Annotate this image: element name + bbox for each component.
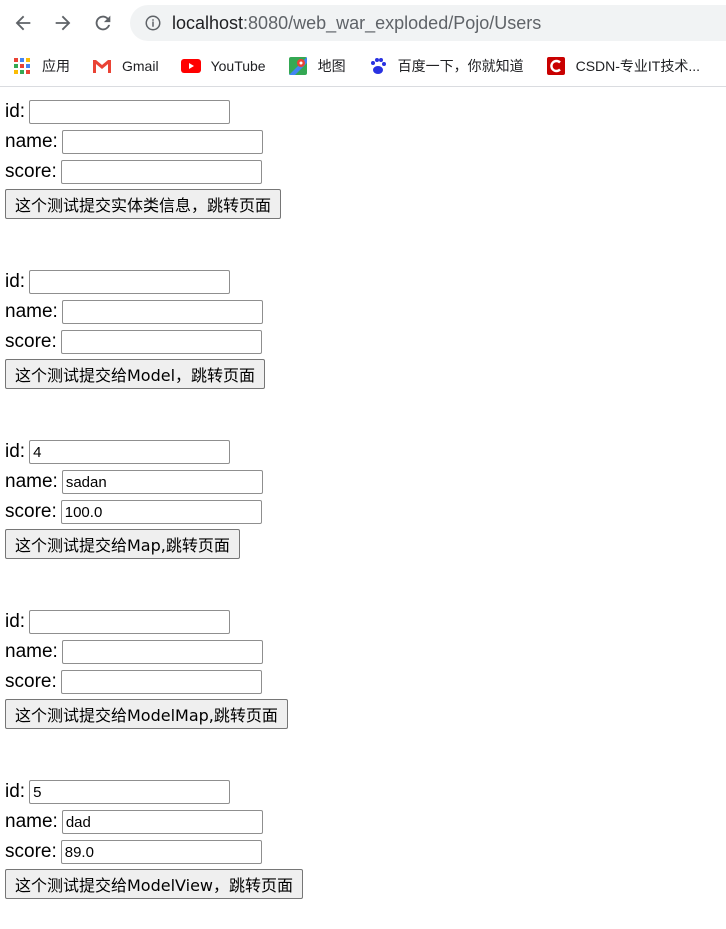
form-pojo: id: name: score: 这个测试提交实体类信息，跳转页面 — [5, 97, 726, 219]
info-icon[interactable] — [144, 14, 162, 32]
submit-map-button[interactable]: 这个测试提交给Map,跳转页面 — [5, 529, 240, 559]
score-input[interactable] — [60, 670, 262, 694]
bookmark-label: YouTube — [210, 58, 266, 74]
id-input[interactable] — [29, 270, 231, 294]
name-label: name: — [5, 641, 58, 662]
score-input[interactable] — [60, 160, 262, 184]
score-label: score: — [5, 671, 57, 692]
maps-icon — [288, 56, 308, 76]
submit-pojo-button[interactable]: 这个测试提交实体类信息，跳转页面 — [5, 189, 282, 219]
name-label: name: — [5, 301, 58, 322]
score-input[interactable] — [60, 500, 262, 524]
forward-button[interactable] — [48, 8, 78, 38]
page-content: id: name: score: 这个测试提交实体类信息，跳转页面 id: na… — [0, 87, 726, 899]
url-text: localhost:8080/web_war_exploded/Pojo/Use… — [172, 13, 541, 34]
youtube-icon — [180, 56, 201, 76]
bookmark-youtube[interactable]: YouTube — [180, 56, 266, 76]
browser-toolbar: localhost:8080/web_war_exploded/Pojo/Use… — [0, 0, 726, 46]
name-label: name: — [5, 471, 58, 492]
id-input[interactable] — [29, 610, 231, 634]
bookmark-label: Gmail — [122, 58, 159, 74]
submit-model-button[interactable]: 这个测试提交给Model，跳转页面 — [5, 359, 266, 389]
score-input[interactable] — [60, 840, 262, 864]
name-input[interactable] — [61, 810, 263, 834]
id-input[interactable] — [29, 780, 231, 804]
id-label: id: — [5, 441, 26, 462]
score-input[interactable] — [60, 330, 262, 354]
arrow-left-icon — [15, 15, 31, 31]
bookmark-label: 百度一下，你就知道 — [397, 58, 524, 74]
name-label: name: — [5, 811, 58, 832]
form-map: id: name: score: 这个测试提交给Map,跳转页面 — [5, 437, 726, 559]
score-label: score: — [5, 331, 57, 352]
gmail-icon — [92, 56, 112, 76]
bookmark-label: 应用 — [42, 58, 70, 74]
id-label: id: — [5, 271, 26, 292]
score-label: score: — [5, 501, 57, 522]
name-label: name: — [5, 131, 58, 152]
id-input[interactable] — [29, 100, 231, 124]
name-input[interactable] — [61, 470, 263, 494]
bookmark-maps[interactable]: 地图 — [288, 56, 346, 76]
address-bar[interactable]: localhost:8080/web_war_exploded/Pojo/Use… — [130, 5, 726, 41]
url-host: localhost — [172, 12, 244, 33]
back-button[interactable] — [8, 8, 38, 38]
id-input[interactable] — [29, 440, 231, 464]
id-label: id: — [5, 611, 26, 632]
submit-modelmap-button[interactable]: 这个测试提交给ModelMap,跳转页面 — [5, 699, 288, 729]
bookmark-baidu[interactable]: 百度一下，你就知道 — [368, 56, 524, 76]
reload-button[interactable] — [88, 8, 118, 38]
bookmark-gmail[interactable]: Gmail — [92, 56, 159, 76]
bookmark-label: CSDN-专业IT技术... — [575, 58, 701, 74]
csdn-icon — [546, 56, 566, 76]
submit-modelview-button[interactable]: 这个测试提交给ModelView，跳转页面 — [5, 869, 304, 899]
bookmark-csdn[interactable]: CSDN-专业IT技术... — [546, 56, 700, 76]
apps-grid-icon — [12, 56, 32, 76]
baidu-icon — [368, 56, 388, 76]
arrow-right-icon — [55, 15, 71, 31]
form-modelmap: id: name: score: 这个测试提交给ModelMap,跳转页面 — [5, 607, 726, 729]
score-label: score: — [5, 161, 57, 182]
id-label: id: — [5, 101, 26, 122]
name-input[interactable] — [61, 640, 263, 664]
form-modelview: id: name: score: 这个测试提交给ModelView，跳转页面 — [5, 777, 726, 899]
bookmark-label: 地图 — [317, 58, 346, 74]
name-input[interactable] — [61, 300, 263, 324]
form-model: id: name: score: 这个测试提交给Model，跳转页面 — [5, 267, 726, 389]
name-input[interactable] — [61, 130, 263, 154]
bookmarks-bar: 应用 Gmail YouTube 地图 百度一下，你就知道 CSDN-专业IT技… — [0, 46, 726, 87]
bookmark-apps[interactable]: 应用 — [12, 56, 70, 76]
url-path: :8080/web_war_exploded/Pojo/Users — [243, 12, 542, 33]
score-label: score: — [5, 841, 57, 862]
reload-icon — [95, 15, 111, 31]
id-label: id: — [5, 781, 26, 802]
